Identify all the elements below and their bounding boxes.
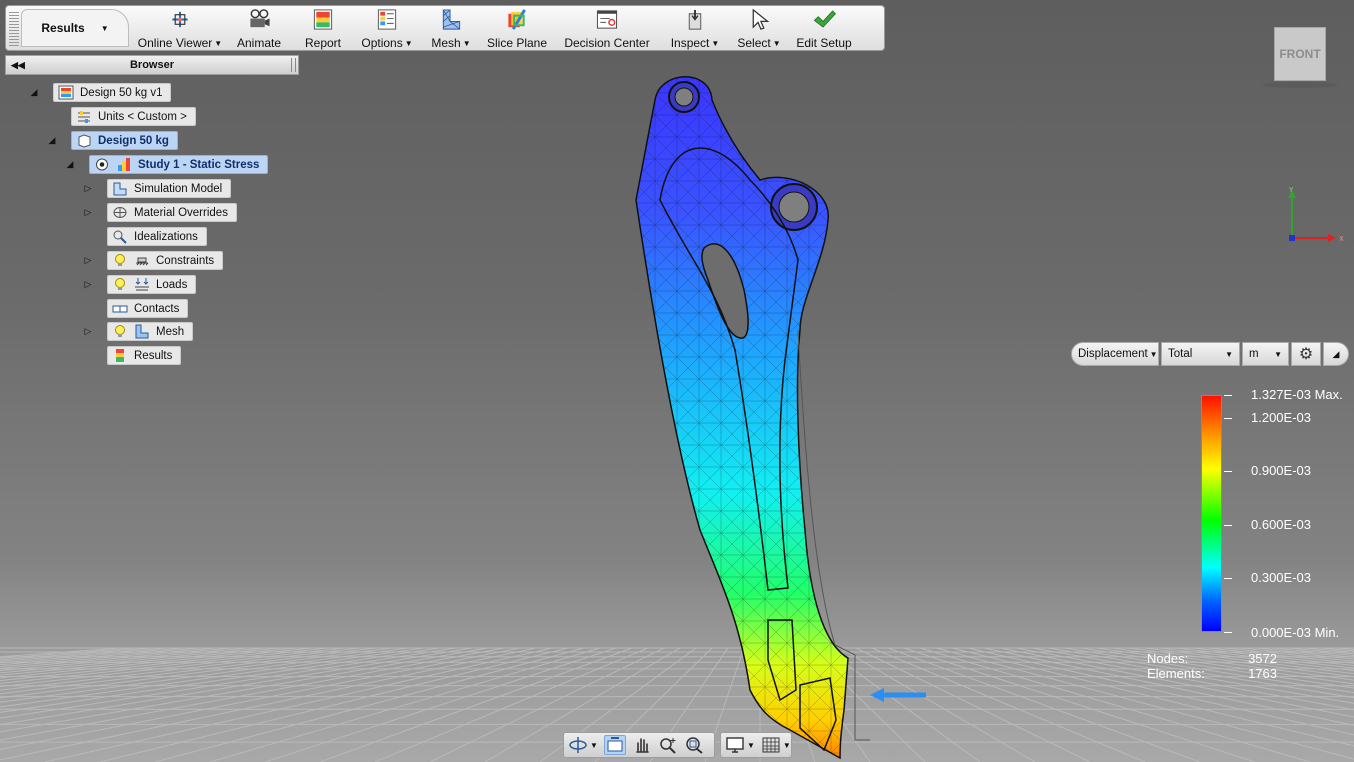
orbit-icon: [569, 737, 587, 753]
orbit-button[interactable]: ▼: [568, 736, 598, 754]
chevron-down-icon: ▼: [1225, 349, 1233, 359]
pan-button[interactable]: [632, 736, 652, 754]
nodes-label: Nodes:: [1147, 651, 1189, 666]
legend-label: 0.900E-03: [1251, 463, 1311, 478]
part-model[interactable]: [600, 60, 880, 762]
nodes-value: 3572: [1248, 651, 1277, 666]
result-type-bar: Displacement ▼ Total ▼ m ▼ ⚙ ◢: [1071, 342, 1349, 366]
legend-settings-button[interactable]: ⚙: [1291, 342, 1321, 366]
chevron-down-icon: ▼: [1274, 349, 1282, 359]
viewcube[interactable]: FRONT: [1274, 27, 1326, 81]
axis-triad-icon: Y X: [1288, 186, 1344, 243]
load-arrow-icon: [870, 688, 926, 702]
legend-tick: [1224, 471, 1232, 472]
legend-label: 0.300E-03: [1251, 570, 1311, 585]
display-bar: ▼ ▼: [720, 732, 792, 758]
legend-tick: [1224, 525, 1232, 526]
look-at-icon: [607, 737, 623, 752]
gear-icon: ⚙: [1298, 346, 1314, 363]
mesh-stats: Nodes: 3572 Elements: 1763: [1147, 651, 1277, 681]
chevron-down-icon: ▼: [782, 740, 791, 750]
svg-text:Y: Y: [1288, 186, 1294, 194]
navigation-bar: ▼: [563, 732, 715, 758]
zoom-window-icon: [686, 737, 703, 754]
elements-value: 1763: [1248, 666, 1277, 681]
legend-tick: [1224, 632, 1232, 633]
collapse-legend-button[interactable]: ◢: [1323, 342, 1349, 366]
result-type-dropdown[interactable]: Displacement ▼: [1071, 342, 1159, 366]
result-unit-value: m: [1249, 348, 1259, 360]
grid-icon: [762, 737, 780, 753]
zoom-button[interactable]: [658, 736, 678, 754]
elements-label: Elements:: [1147, 666, 1205, 681]
display-settings-button[interactable]: ▼: [725, 736, 755, 754]
legend-color-bar: [1201, 395, 1222, 632]
viewcube-face-label: FRONT: [1279, 47, 1321, 61]
legend-min-label: 0.000E-03 Min.: [1251, 625, 1340, 640]
result-type-value: Displacement: [1078, 348, 1148, 360]
zoom-icon: [660, 738, 676, 754]
legend-label: 1.200E-03: [1251, 410, 1311, 425]
zoom-window-button[interactable]: [684, 736, 704, 754]
result-component-value: Total: [1168, 348, 1193, 360]
hand-pan-icon: [636, 738, 649, 753]
viewcube-shadow: [1262, 82, 1338, 88]
monitor-icon: [726, 737, 744, 753]
chevron-down-icon: ▼: [1149, 349, 1158, 359]
chevron-down-icon: ▼: [590, 740, 598, 750]
look-at-button[interactable]: [603, 735, 626, 755]
chevron-down-icon: ▼: [747, 740, 755, 750]
legend-max-label: 1.327E-03 Max.: [1251, 387, 1343, 402]
result-unit-dropdown[interactable]: m ▼: [1242, 342, 1289, 366]
result-component-dropdown[interactable]: Total ▼: [1161, 342, 1240, 366]
collapse-corner-icon: ◢: [1332, 348, 1340, 359]
grid-settings-button[interactable]: ▼: [761, 736, 791, 754]
svg-text:X: X: [1339, 235, 1344, 243]
legend-tick: [1224, 395, 1232, 396]
legend-tick: [1224, 418, 1232, 419]
legend-label: 0.600E-03: [1251, 517, 1311, 532]
legend-tick: [1224, 578, 1232, 579]
